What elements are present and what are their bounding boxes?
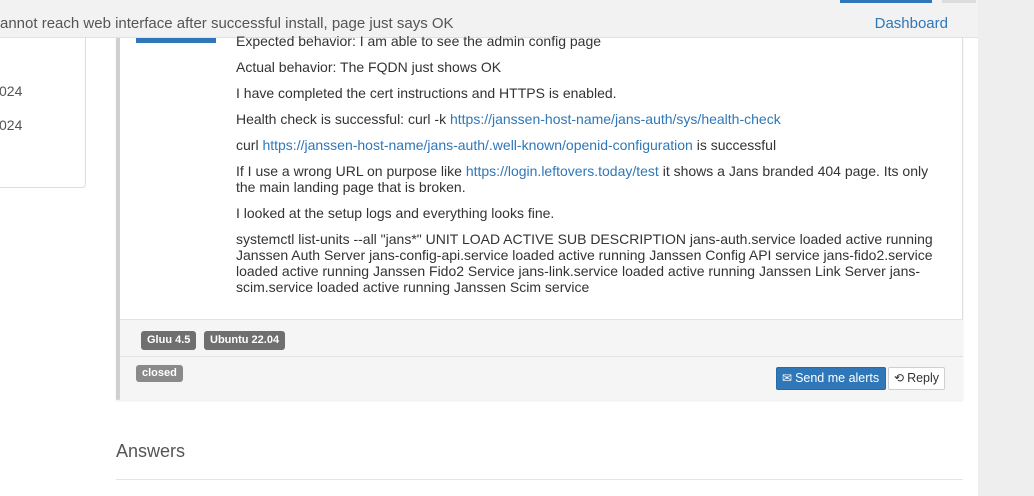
actual-behavior-text: Actual behavior: The FQDN just shows OK xyxy=(236,59,502,75)
envelope-icon: ✉ xyxy=(782,371,793,385)
sidebar-panel: 024 024 xyxy=(0,38,86,188)
openid-config-prefix: curl xyxy=(236,137,263,153)
header-secondary-button-edge[interactable] xyxy=(942,0,976,3)
retweet-icon: ⟲ xyxy=(894,371,905,385)
question-card: Expected behavior: I am able to see the … xyxy=(116,33,963,400)
tags-row: Gluu 4.5 Ubuntu 22.04 xyxy=(120,320,963,357)
question-footer: Gluu 4.5 Ubuntu 22.04 closed ✉ Send me al… xyxy=(120,319,963,400)
answers-divider xyxy=(116,479,963,480)
topic-title: annot reach web interface after successf… xyxy=(0,15,454,32)
reply-label: Reply xyxy=(907,371,940,385)
send-alerts-label: Send me alerts xyxy=(795,371,880,385)
status-badge: closed xyxy=(136,365,183,382)
reply-button[interactable]: ⟲ Reply xyxy=(888,367,946,390)
health-check-text: Health check is successful: curl -k http… xyxy=(236,111,946,127)
systemctl-output-text: systemctl list-units --all "jans*" UNIT … xyxy=(236,231,933,295)
openid-config-text: curl https://janssen-host-name/jans-auth… xyxy=(236,137,946,153)
tag-gluu[interactable]: Gluu 4.5 xyxy=(141,331,197,350)
right-rail xyxy=(978,0,1034,496)
dashboard-link[interactable]: Dashboard xyxy=(875,15,948,32)
expected-behavior-text: Expected behavior: I am able to see the … xyxy=(236,33,602,49)
wrong-url-link[interactable]: https://login.leftovers.today/test xyxy=(466,163,659,179)
answers-heading: Answers xyxy=(116,441,186,461)
health-check-prefix: Health check is successful: curl -k xyxy=(236,111,450,127)
sidebar-date: 024 xyxy=(0,83,23,99)
wrong-url-text: If I use a wrong URL on purpose like htt… xyxy=(236,163,946,195)
openid-config-suffix: is successful xyxy=(692,137,777,153)
setup-logs-text: I looked at the setup logs and everythin… xyxy=(236,205,555,221)
header-primary-button-edge[interactable] xyxy=(840,0,932,3)
tag-ubuntu[interactable]: Ubuntu 22.04 xyxy=(204,331,286,350)
cert-text: I have completed the cert instructions a… xyxy=(236,85,617,101)
health-check-link[interactable]: https://janssen-host-name/jans-auth/sys/… xyxy=(450,111,781,127)
wrong-url-prefix: If I use a wrong URL on purpose like xyxy=(236,163,466,179)
sidebar-date: 024 xyxy=(0,117,23,133)
send-alerts-button[interactable]: ✉ Send me alerts xyxy=(776,367,887,390)
openid-config-link[interactable]: https://janssen-host-name/jans-auth/.wel… xyxy=(262,137,692,153)
author-badge-strip xyxy=(136,38,216,43)
